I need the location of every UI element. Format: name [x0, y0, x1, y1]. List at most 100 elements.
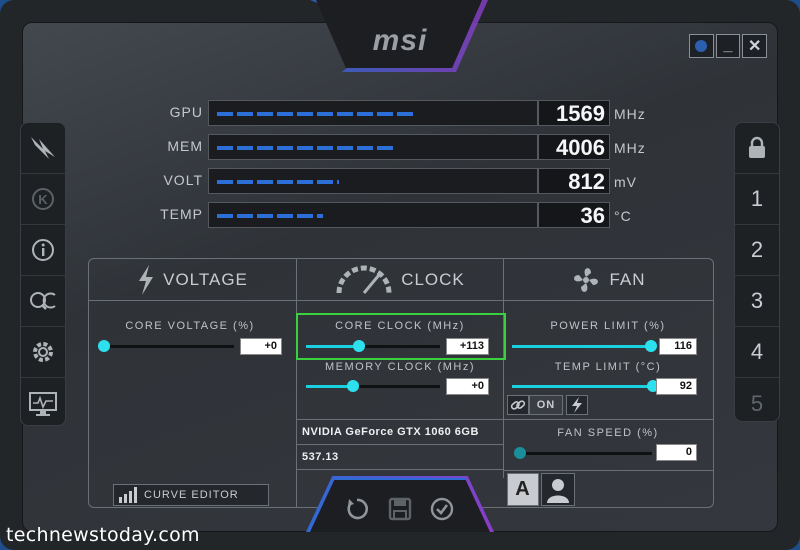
lightning-small-icon — [572, 397, 582, 413]
gpu-info-divider — [297, 419, 503, 420]
reset-button[interactable] — [344, 496, 370, 522]
core-clock-slider-track[interactable] — [306, 345, 440, 348]
power-limit-slider-handle[interactable] — [645, 340, 657, 352]
fan-auto-button[interactable]: A — [507, 473, 539, 506]
temp-limit-label: TEMP LIMIT (°C) — [554, 361, 662, 373]
memory-clock-slider-handle[interactable] — [347, 380, 359, 392]
settings-gear-icon — [33, 342, 53, 362]
apply-check-icon — [430, 497, 454, 521]
monitor-icon — [29, 391, 57, 416]
monitor-label: VOLT — [163, 172, 203, 188]
oc-scanner-button[interactable] — [21, 276, 65, 327]
profile-2-button[interactable]: 2 — [735, 225, 779, 276]
power-limit-value[interactable]: 116 — [659, 338, 697, 355]
monitor-bar-fill — [217, 214, 323, 218]
oc-scanner-icon — [30, 292, 56, 310]
profile-5-button[interactable]: 5 — [735, 378, 779, 429]
voltage-header-label: VOLTAGE — [163, 269, 248, 289]
bar-graph-icon — [119, 487, 137, 503]
gpu-info-divider — [297, 469, 503, 470]
fan-speed-label: FAN SPEED (%) — [557, 427, 659, 439]
temp-limit-slider-track[interactable] — [512, 385, 652, 388]
monitor-value: 4006 — [538, 134, 610, 160]
chain-link-icon — [510, 400, 526, 410]
info-button[interactable] — [21, 225, 65, 276]
watermark: technewstoday.com — [6, 524, 200, 546]
monitor-bar — [208, 100, 538, 126]
gauge-icon — [336, 265, 392, 294]
curve-editor-button[interactable]: CURVE EDITOR — [113, 484, 269, 506]
kombustor-button[interactable]: K — [21, 174, 65, 225]
right-sidebar: 1 2 3 4 5 — [734, 122, 780, 422]
msi-dragon-icon — [31, 137, 55, 159]
fan-header-label: FAN — [609, 269, 646, 289]
temp-limit-value[interactable]: 92 — [656, 378, 697, 395]
volt-monitor-row: VOLT 812 mV — [150, 168, 660, 194]
monitor-bar-fill — [217, 146, 393, 150]
fan-speed-slider-handle[interactable] — [514, 447, 526, 459]
msi-app-button[interactable] — [689, 34, 714, 58]
settings-button[interactable] — [21, 327, 65, 378]
core-voltage-label: CORE VOLTAGE (%) — [125, 320, 255, 332]
profile-3-button[interactable]: 3 — [735, 276, 779, 327]
core-clock-label: CORE CLOCK (MHz) — [335, 320, 465, 332]
power-limit-label: POWER LIMIT (%) — [550, 320, 666, 332]
fan-user-button[interactable] — [541, 473, 575, 506]
memory-clock-slider-track[interactable] — [306, 385, 440, 388]
user-icon — [547, 478, 569, 503]
lightning-icon — [139, 264, 154, 295]
core-voltage-value[interactable]: +0 — [240, 338, 282, 355]
profile-lock-button[interactable] — [735, 123, 779, 174]
link-toggle-on[interactable]: ON — [529, 395, 563, 415]
memory-clock-value[interactable]: +0 — [446, 378, 489, 395]
msi-badge-icon — [695, 40, 708, 52]
fan-icon — [574, 267, 599, 292]
gpu-monitor-row: GPU 1569 MHz — [150, 100, 660, 126]
monitor-bar — [208, 168, 538, 194]
link-button[interactable] — [507, 395, 529, 415]
core-voltage-slider-handle[interactable] — [98, 340, 110, 352]
apply-button[interactable] — [429, 496, 455, 522]
gpu-info-divider — [297, 444, 503, 445]
monitor-bar-fill — [217, 180, 339, 184]
profile-1-button[interactable]: 1 — [735, 174, 779, 225]
temp-monitor-row: TEMP 36 °C — [150, 202, 660, 228]
mem-monitor-row: MEM 4006 MHz — [150, 134, 660, 160]
reset-icon — [347, 498, 369, 520]
core-clock-slider-handle[interactable] — [353, 340, 365, 352]
clock-header: CLOCK — [297, 259, 503, 301]
fan-divider — [504, 470, 713, 471]
monitor-label: TEMP — [160, 206, 203, 222]
core-voltage-slider-track[interactable] — [104, 345, 234, 348]
monitor-bar — [208, 134, 538, 160]
driver-version: 537.13 — [302, 451, 339, 463]
curve-editor-label: CURVE EDITOR — [144, 489, 239, 501]
info-icon — [32, 239, 54, 261]
window-controls: _ ✕ — [689, 34, 768, 58]
temp-link-button[interactable] — [566, 395, 588, 415]
fan-speed-value[interactable]: 0 — [656, 444, 697, 461]
fan-header: FAN — [504, 259, 713, 301]
save-button[interactable] — [387, 496, 413, 522]
monitor-label: MEM — [167, 138, 203, 154]
monitor-bar — [208, 202, 538, 228]
svg-text:K: K — [38, 192, 48, 207]
gpu-name: NVIDIA GeForce GTX 1060 6GB — [302, 426, 479, 438]
left-sidebar: K — [20, 122, 66, 426]
minimize-button[interactable]: _ — [715, 34, 741, 58]
core-clock-value[interactable]: +113 — [446, 338, 489, 355]
power-limit-slider-track[interactable] — [512, 345, 652, 348]
close-button[interactable]: ✕ — [742, 34, 768, 58]
monitor-value: 36 — [538, 202, 610, 228]
monitor-button[interactable] — [21, 378, 65, 429]
fan-divider — [504, 419, 713, 420]
voltage-header: VOLTAGE — [89, 259, 296, 301]
monitor-value: 812 — [538, 168, 610, 194]
fan-speed-slider-track[interactable] — [518, 452, 652, 455]
msi-dragon-button[interactable] — [21, 123, 65, 174]
lock-icon — [749, 136, 765, 158]
monitor-unit: mV — [614, 174, 637, 190]
clock-header-label: CLOCK — [401, 269, 465, 289]
monitor-unit: °C — [614, 208, 632, 224]
profile-4-button[interactable]: 4 — [735, 327, 779, 378]
